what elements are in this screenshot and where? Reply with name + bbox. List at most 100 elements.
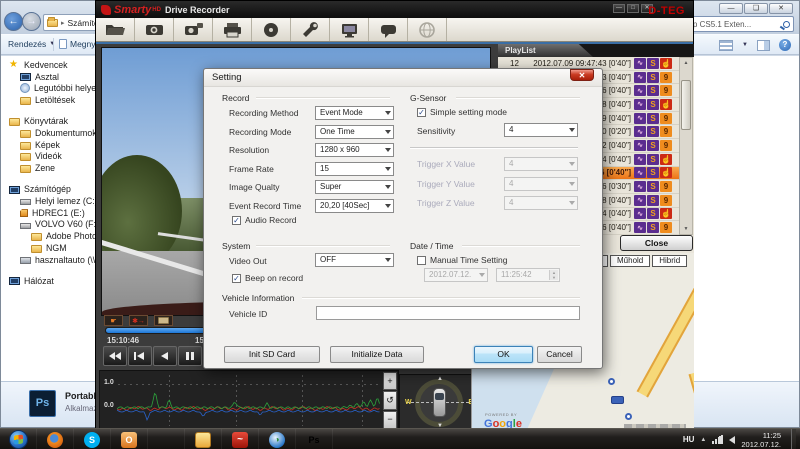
explorer-close-button[interactable]: ✕ (769, 3, 793, 14)
cancel-button[interactable]: Cancel (537, 346, 582, 363)
taskbar-earth-button[interactable]: ◑ (259, 429, 296, 449)
dialog-titlebar[interactable]: Setting ✕ (204, 69, 602, 87)
gsensor-event-icon: 9 (660, 222, 672, 233)
taskbar-firefox-button[interactable] (37, 429, 74, 449)
event-mark-icon[interactable]: ✱→ (129, 315, 148, 326)
play-back-button[interactable] (153, 346, 177, 366)
route-marker[interactable] (608, 378, 615, 385)
audio-record-checkbox[interactable]: ✓ Audio Record (232, 215, 297, 225)
web-button[interactable] (408, 18, 447, 41)
playlist-scrollbar[interactable]: ▲ ▼ (679, 57, 693, 235)
ok-button[interactable]: OK (474, 346, 533, 363)
trigger-y-value-label: Trigger Y Value (417, 179, 475, 189)
hidden-icons-icon[interactable]: ▲ (700, 437, 706, 443)
playlist-row-icons: ∿S9 (634, 113, 672, 124)
vehicle-id-input[interactable] (316, 306, 580, 320)
taskbar-photoshop-button[interactable]: Ps (296, 429, 333, 449)
route-marker[interactable] (625, 413, 632, 420)
graph-zoom-in-button[interactable]: + (383, 372, 397, 390)
view-caret-icon[interactable]: ▼ (742, 42, 748, 48)
app-titlebar: Smarty HD Drive Recorder — □ ✕ (96, 1, 693, 18)
forward-button[interactable]: → (22, 12, 41, 31)
scrollbar-thumb[interactable] (681, 80, 691, 130)
show-desktop-button[interactable] (791, 429, 796, 449)
scroll-up-icon[interactable]: ▲ (680, 58, 692, 68)
resolution-select[interactable]: 1280 x 960 (315, 143, 394, 157)
clock[interactable]: 11:25 2012.07.12. (741, 431, 785, 449)
combo-value: 4 (509, 198, 513, 207)
dialog-close-button[interactable]: ✕ (570, 69, 594, 81)
explorer-minimize-button[interactable]: — (719, 3, 743, 14)
playlist-close-button[interactable]: Close (620, 235, 693, 251)
recording-mode-select[interactable]: One Time (315, 125, 394, 139)
open-file-button[interactable] (96, 18, 135, 41)
smarty-icon: ~ (232, 432, 248, 448)
display-button[interactable] (330, 18, 369, 41)
taskbar-calculator-button[interactable] (148, 429, 185, 449)
init-sd-card-button[interactable]: Init SD Card (224, 346, 320, 363)
taskbar-skype-button[interactable]: S (74, 429, 111, 449)
manual-time-checkbox[interactable]: Manual Time Setting (417, 255, 507, 265)
event-record-time-select[interactable]: 20,20 [40Sec] (315, 199, 394, 213)
drive-icon (20, 223, 31, 229)
netdrive-icon (20, 257, 31, 264)
playlist-row-icons: ∿S☝ (634, 208, 672, 219)
playlist-row-icons: ∿S9 (634, 126, 672, 137)
sensitivity-select[interactable]: 4 (504, 123, 578, 137)
record-save-button[interactable] (174, 18, 213, 41)
video-out-select[interactable]: OFF (315, 253, 394, 267)
pause-button[interactable] (178, 346, 202, 366)
image-qualty-select[interactable]: Super (315, 180, 394, 194)
s-mode-icon: S (647, 167, 659, 178)
recording-method-label: Recording Method (229, 108, 298, 118)
sd-card-icon[interactable] (154, 315, 173, 326)
prev-button[interactable] (128, 346, 152, 366)
back-button[interactable]: ← (4, 12, 23, 31)
app-maximize-button[interactable]: □ (627, 4, 639, 13)
volume-icon[interactable] (729, 436, 735, 444)
playlist-row-icons: ∿S9 (634, 222, 672, 233)
help-icon[interactable]: ? (779, 39, 791, 51)
snapshot-button[interactable] (135, 18, 174, 41)
disc-button[interactable] (252, 18, 291, 41)
initialize-data-button[interactable]: Initialize Data (330, 346, 424, 363)
folder-vid-icon (20, 153, 31, 161)
organize-button[interactable]: Rendezés▼ (8, 39, 55, 49)
language-indicator[interactable]: HU (683, 435, 695, 444)
gsensor-graph-icon: ∿ (634, 167, 646, 178)
disc-icon (260, 21, 283, 39)
app-minimize-button[interactable]: — (613, 4, 625, 13)
s-mode-icon: S (647, 72, 659, 83)
recording-method-select[interactable]: Event Mode (315, 106, 394, 120)
beep-on-record-checkbox[interactable]: ✓ Beep on record (232, 273, 303, 283)
folder-img-icon (20, 142, 31, 150)
frame-rate-select[interactable]: 15 (315, 162, 394, 176)
playlist-row-icons: ∿S☝ (634, 167, 672, 178)
taskbar-start-button[interactable] (0, 429, 37, 449)
gsensor-traces (117, 371, 382, 430)
graph-zoom-out-button[interactable]: − (383, 411, 397, 429)
print-button[interactable] (213, 18, 252, 41)
taskbar-explorer-button[interactable] (185, 429, 222, 449)
manual-event-icon: ☝ (660, 167, 672, 178)
rewind-button[interactable] (103, 346, 127, 366)
vehicle-group-title: Vehicle Information (222, 293, 294, 303)
s-mode-icon: S (647, 99, 659, 110)
tree-item-label: HDREC1 (E:) (32, 208, 85, 218)
checkbox-icon: ✓ (417, 108, 426, 117)
explorer-maximize-button[interactable]: ❏ (744, 3, 768, 14)
manual-event-icon[interactable]: ☛ (104, 315, 123, 326)
open-button[interactable]: Megnyi (59, 39, 97, 49)
map-type-műhold-button[interactable]: Műhold (610, 255, 650, 267)
taskbar-outlook-button[interactable]: O (111, 429, 148, 449)
taskbar-smarty-button[interactable]: ~ (222, 429, 259, 449)
settings-button[interactable] (291, 18, 330, 41)
view-options-icon[interactable] (719, 40, 733, 51)
scroll-down-icon[interactable]: ▼ (680, 224, 692, 234)
map-type-hibrid-button[interactable]: Hibrid (652, 255, 687, 267)
preview-pane-icon[interactable] (757, 40, 770, 51)
play-back-icon (159, 352, 171, 360)
graph-zoom-reset-button[interactable]: ↺ (383, 391, 397, 409)
chat-button[interactable] (369, 18, 408, 41)
simple-setting-checkbox[interactable]: ✓ Simple setting mode (417, 107, 507, 117)
